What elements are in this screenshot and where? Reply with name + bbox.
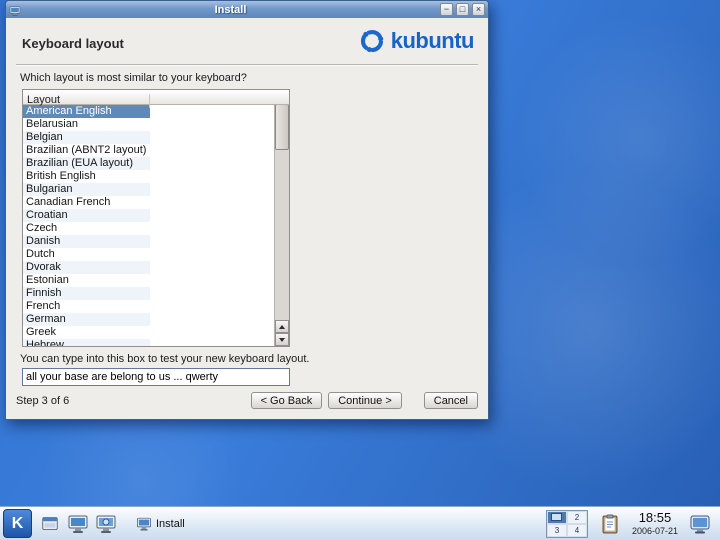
pager-active-thumbnail — [551, 513, 563, 521]
layout-list-item[interactable]: Estonian — [23, 274, 274, 287]
kubuntu-logo-text: kubuntu — [390, 28, 475, 53]
kubuntu-logo-icon — [360, 29, 383, 53]
window-menu-icon[interactable] — [9, 4, 21, 16]
system-menu-icon[interactable] — [37, 511, 63, 537]
continue-button[interactable]: Continue > — [328, 392, 402, 409]
maximize-icon[interactable]: □ — [456, 3, 469, 16]
question-label: Which layout is most similar to your key… — [20, 72, 247, 84]
layout-list-item[interactable]: British English — [23, 170, 274, 183]
scrollbar-thumb[interactable] — [275, 104, 289, 150]
list-scrollbar[interactable] — [274, 90, 289, 346]
install-task-icon — [137, 517, 151, 531]
layout-list-item[interactable]: Brazilian (ABNT2 layout) — [23, 144, 274, 157]
scroll-up2-icon[interactable] — [275, 320, 289, 333]
pager-desktop-1[interactable] — [546, 510, 567, 524]
kmenu-button[interactable]: K — [3, 509, 32, 538]
window-content: Keyboard layout kubuntu Which layout is … — [6, 18, 488, 419]
task-label: Install — [156, 517, 185, 530]
layout-list-item[interactable]: Dvorak — [23, 261, 274, 274]
desktop-pager: 234 — [545, 509, 588, 538]
minimize-icon[interactable]: − — [440, 3, 453, 16]
window-titlebar[interactable]: Install − □ × — [6, 1, 488, 18]
web-browser-icon[interactable] — [93, 511, 119, 537]
display-settings-icon[interactable] — [687, 511, 713, 537]
taskbar-task-install[interactable]: Install — [130, 514, 191, 534]
window-title: Install — [214, 3, 247, 16]
layout-list-item[interactable]: Greek — [23, 326, 274, 339]
kubuntu-logo: kubuntu — [357, 26, 475, 56]
desktop: Install − □ × Keyboard layout kubuntu Wh… — [0, 0, 720, 540]
header-row: Keyboard layout kubuntu — [18, 18, 476, 64]
pager-desktop-2[interactable]: 2 — [566, 510, 587, 524]
layout-list-item[interactable]: Brazilian (EUA layout) — [23, 157, 274, 170]
layout-list-item[interactable]: Hebrew — [23, 339, 274, 346]
clock-date: 2006-07-21 — [631, 525, 678, 536]
pager-desktop-4[interactable]: 4 — [566, 523, 587, 537]
layout-list-item[interactable]: Finnish — [23, 287, 274, 300]
show-desktop-icon[interactable] — [65, 511, 91, 537]
layout-list-item[interactable]: Canadian French — [23, 196, 274, 209]
clipboard-icon[interactable] — [597, 511, 623, 537]
go-back-button[interactable]: < Go Back — [250, 392, 323, 409]
layout-list-item[interactable]: Belarusian — [23, 118, 274, 131]
test-box-label: You can type into this box to test your … — [20, 353, 310, 365]
kmenu-icon: K — [11, 514, 24, 532]
layout-list-item[interactable]: Croatian — [23, 209, 274, 222]
layout-column-header[interactable]: Layout — [23, 94, 150, 108]
wizard-footer: Step 3 of 6 < Go Back Continue > Cancel — [16, 392, 478, 409]
close-icon[interactable]: × — [472, 3, 485, 16]
pager-desktop-3[interactable]: 3 — [546, 523, 567, 537]
page-title: Keyboard layout — [22, 36, 124, 51]
layout-list-item[interactable]: German — [23, 313, 274, 326]
layout-list-item[interactable]: Dutch — [23, 248, 274, 261]
layout-list-item[interactable]: Danish — [23, 235, 274, 248]
list-column-header[interactable]: Layout — [23, 90, 289, 108]
header-separator — [16, 64, 478, 66]
layout-list-item[interactable]: Bulgarian — [23, 183, 274, 196]
taskbar: K Install 2 3 4 18:55 2006-07-21 — [0, 506, 720, 540]
cancel-button[interactable]: Cancel — [423, 392, 478, 409]
keyboard-layout-list[interactable]: Layout American English Belarusian Belgian… — [22, 89, 290, 347]
keyboard-test-input[interactable] — [22, 368, 290, 386]
clock-time: 18:55 — [638, 509, 672, 525]
install-window: Install − □ × Keyboard layout kubuntu Wh… — [5, 0, 489, 420]
layout-list-item[interactable]: Czech — [23, 222, 274, 235]
clock[interactable]: 18:55 2006-07-21 — [631, 509, 678, 536]
layout-list-item[interactable]: French — [23, 300, 274, 313]
layout-list-rows: American English Belarusian Belgian Brazili… — [23, 105, 274, 346]
step-indicator: Step 3 of 6 — [16, 394, 70, 407]
scroll-down-icon[interactable] — [275, 333, 289, 346]
taskbar-right: 234 18:55 2006-07-21 — [545, 509, 717, 538]
wizard-buttons: < Go Back Continue > Cancel — [245, 392, 478, 409]
layout-list-item[interactable]: Belgian — [23, 131, 274, 144]
